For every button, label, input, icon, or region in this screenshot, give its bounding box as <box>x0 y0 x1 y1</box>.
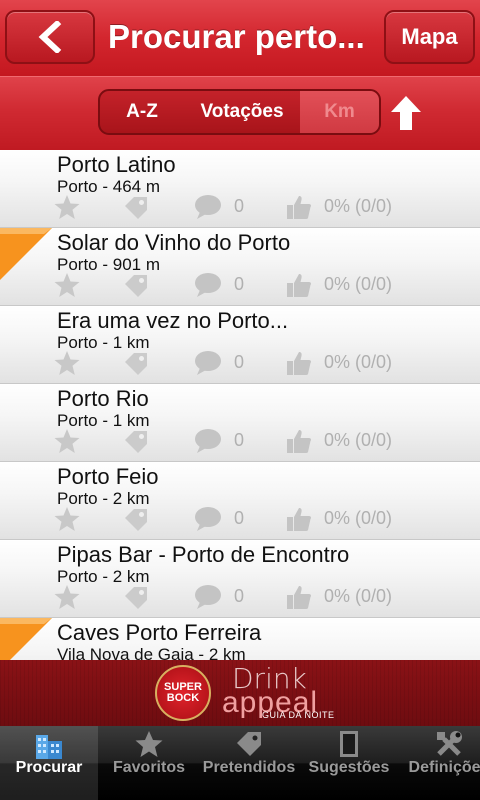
comment-count: 0 <box>234 586 245 606</box>
comment-bubble-icon <box>195 507 221 531</box>
tab-bar: Procurar Favoritos Pretendidos Sugestões… <box>0 726 480 800</box>
super-bock-logo: SUPER BOCK <box>155 665 211 721</box>
comment-bubble-icon <box>195 351 221 375</box>
venue-stats: 0 0% (0/0) <box>0 350 480 380</box>
star-icon <box>54 195 80 219</box>
venue-stats: 0 0% (0/0) <box>0 428 480 458</box>
venue-stats: 0 0% (0/0) <box>0 584 480 614</box>
list-item[interactable]: Era uma vez no Porto... Porto - 1 km 0 0… <box>0 306 480 384</box>
comment-bubble-icon <box>195 195 221 219</box>
tab-sugestoes[interactable]: Sugestões <box>300 726 398 800</box>
venue-list: Porto Latino Porto - 464 m 0 0% (0/0) So… <box>0 150 480 660</box>
comment-bubble-icon <box>195 585 221 609</box>
venue-name: Porto Feio <box>57 464 159 489</box>
tag-icon <box>237 732 261 756</box>
tab-definicoes[interactable]: Definições <box>400 726 480 800</box>
back-button[interactable] <box>5 10 95 64</box>
tag-icon <box>125 431 147 453</box>
list-item[interactable]: Caves Porto Ferreira Vila Nova de Gaia -… <box>0 618 480 660</box>
thumbs-up-icon <box>287 274 311 297</box>
thumbs-up-icon <box>287 430 311 453</box>
tag-icon <box>125 275 147 297</box>
sort-az-button[interactable]: A-Z <box>100 91 184 133</box>
list-item[interactable]: Solar do Vinho do Porto Porto - 901 m 0 … <box>0 228 480 306</box>
star-icon <box>54 273 80 297</box>
comment-count: 0 <box>234 196 245 216</box>
tab-label: Pretendidos <box>202 759 296 776</box>
venue-stats: 0 0% (0/0) <box>0 194 480 224</box>
thumbs-up-icon <box>287 586 311 609</box>
star-icon <box>135 731 163 757</box>
sponsor-name-line2: BOCK <box>166 692 200 704</box>
venue-stats: 0 0% (0/0) <box>0 506 480 536</box>
venue-name: Pipas Bar - Porto de Encontro <box>57 542 350 567</box>
tab-pretendidos[interactable]: Pretendidos <box>198 726 300 800</box>
tag-icon <box>125 509 147 531</box>
venue-name: Solar do Vinho do Porto <box>57 230 291 255</box>
tab-label: Favoritos <box>112 759 185 776</box>
tag-icon <box>125 197 147 219</box>
map-button[interactable]: Mapa <box>384 10 475 64</box>
chevron-left-icon <box>38 21 62 53</box>
sort-segmented-control: A-Z Votações Km <box>98 89 381 135</box>
star-icon <box>54 507 80 531</box>
tab-procurar[interactable]: Procurar <box>0 726 98 800</box>
tools-icon <box>437 731 462 756</box>
vote-percentage: 0% (0/0) <box>324 586 393 606</box>
list-item[interactable]: Porto Latino Porto - 464 m 0 0% (0/0) <box>0 150 480 228</box>
document-icon <box>340 731 358 757</box>
brand-tagline: GUIA DA NOITE <box>262 710 335 720</box>
tag-icon <box>125 353 147 375</box>
vote-percentage: 0% (0/0) <box>324 430 393 450</box>
vote-percentage: 0% (0/0) <box>324 352 393 372</box>
sort-bar: A-Z Votações Km <box>0 76 480 150</box>
tab-label: Sugestões <box>308 759 390 776</box>
comment-count: 0 <box>234 352 245 372</box>
thumbs-up-icon <box>287 196 311 219</box>
tab-favoritos[interactable]: Favoritos <box>100 726 198 800</box>
thumbs-up-icon <box>287 508 311 531</box>
vote-percentage: 0% (0/0) <box>324 196 393 216</box>
vote-percentage: 0% (0/0) <box>324 274 393 294</box>
venue-name: Porto Latino <box>57 152 176 177</box>
tag-icon <box>125 587 147 609</box>
tab-label: Procurar <box>15 759 83 776</box>
thumbs-up-icon <box>287 352 311 375</box>
buildings-icon <box>36 735 62 759</box>
comment-bubble-icon <box>195 429 221 453</box>
vote-percentage: 0% (0/0) <box>324 508 393 528</box>
comment-count: 0 <box>234 508 245 528</box>
venue-location-distance: Vila Nova de Gaia - 2 km <box>57 645 246 660</box>
header-bar: Procurar perto... Mapa <box>0 0 480 76</box>
venue-name: Era uma vez no Porto... <box>57 308 289 333</box>
page-title: Procurar perto... <box>108 18 365 55</box>
favorite-ribbon-icon <box>0 618 52 660</box>
venue-stats: 0 0% (0/0) <box>0 272 480 302</box>
sponsor-banner[interactable]: SUPER BOCK Drink appeal GUIA DA NOITE <box>0 660 480 726</box>
sort-direction-up-icon[interactable] <box>390 95 422 131</box>
star-icon <box>54 429 80 453</box>
comment-count: 0 <box>234 274 245 294</box>
list-item[interactable]: Pipas Bar - Porto de Encontro Porto - 2 … <box>0 540 480 618</box>
sort-km-button[interactable]: Km <box>300 91 379 133</box>
star-icon <box>54 351 80 375</box>
list-item[interactable]: Porto Rio Porto - 1 km 0 0% (0/0) <box>0 384 480 462</box>
venue-name: Porto Rio <box>57 386 149 411</box>
list-item[interactable]: Porto Feio Porto - 2 km 0 0% (0/0) <box>0 462 480 540</box>
comment-bubble-icon <box>195 273 221 297</box>
sort-votes-button[interactable]: Votações <box>184 91 300 133</box>
tab-label: Definições <box>408 759 480 776</box>
comment-count: 0 <box>234 430 245 450</box>
star-icon <box>54 585 80 609</box>
venue-name: Caves Porto Ferreira <box>57 620 262 645</box>
